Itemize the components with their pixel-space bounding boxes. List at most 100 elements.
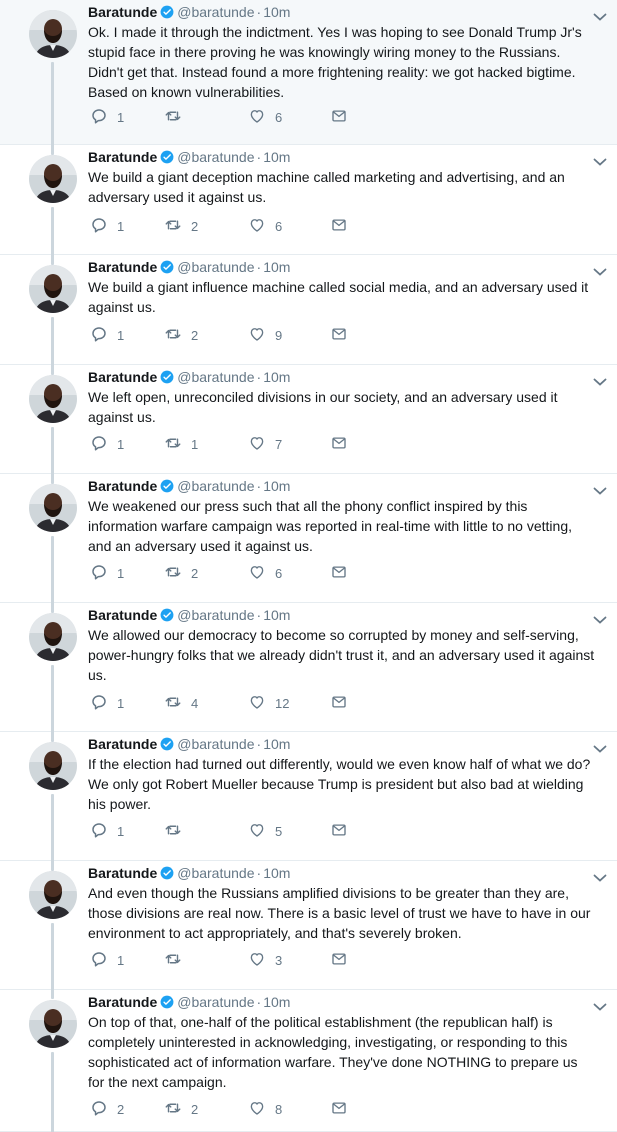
tweet-timestamp[interactable]: 10m	[263, 369, 290, 385]
avatar[interactable]	[29, 1000, 77, 1048]
tweet[interactable]: Baratunde @baratunde · 10m On top of that, o…	[0, 989, 617, 1132]
like-button[interactable]: 12	[248, 693, 289, 713]
chevron-down-icon[interactable]	[593, 12, 607, 22]
direct-message-button[interactable]	[330, 563, 348, 583]
retweet-button[interactable]	[164, 950, 191, 970]
tweet-timestamp[interactable]: 10m	[263, 994, 290, 1010]
tweet-timestamp[interactable]: 10m	[263, 865, 290, 881]
direct-message-button[interactable]	[330, 1099, 348, 1119]
chevron-down-icon[interactable]	[593, 377, 607, 387]
tweet-header: Baratunde @baratunde · 10m	[88, 148, 597, 166]
author-handle[interactable]: @baratunde	[177, 607, 254, 623]
chevron-down-icon[interactable]	[593, 157, 607, 167]
chevron-down-icon[interactable]	[593, 267, 607, 277]
tweet-timestamp[interactable]: 10m	[263, 736, 290, 752]
tweet[interactable]: Baratunde @baratunde · 10m We build a giant …	[0, 254, 617, 366]
avatar[interactable]	[29, 155, 77, 203]
reply-button[interactable]: 1	[90, 216, 124, 236]
reply-count: 1	[117, 436, 125, 452]
direct-message-button[interactable]	[330, 950, 348, 970]
tweet-timestamp[interactable]: 10m	[263, 478, 290, 494]
like-button[interactable]: 5	[248, 821, 282, 841]
direct-message-button[interactable]	[330, 216, 348, 236]
avatar[interactable]	[29, 613, 77, 661]
author-handle[interactable]: @baratunde	[177, 994, 254, 1010]
retweet-button[interactable]: 2	[164, 216, 198, 236]
avatar[interactable]	[29, 742, 77, 790]
tweet-actions: 1 2 6	[88, 563, 368, 583]
tweet[interactable]: Baratunde @baratunde · 10m And even though t…	[0, 860, 617, 991]
author-handle[interactable]: @baratunde	[177, 369, 254, 385]
tweet[interactable]: Baratunde @baratunde · 10m Ok. I made it thr…	[0, 0, 617, 146]
tweet[interactable]: Baratunde @baratunde · 10m We allowed our de…	[0, 602, 617, 733]
direct-message-button[interactable]	[330, 693, 348, 713]
like-button[interactable]: 3	[248, 950, 282, 970]
retweet-button[interactable]: 2	[164, 325, 198, 345]
thread-connector-line	[51, 860, 54, 871]
author-name[interactable]: Baratunde	[88, 4, 157, 20]
reply-button[interactable]: 1	[90, 693, 124, 713]
author-name[interactable]: Baratunde	[88, 478, 157, 494]
reply-button[interactable]: 1	[90, 950, 124, 970]
tweet-timestamp[interactable]: 10m	[263, 259, 290, 275]
avatar[interactable]	[29, 375, 77, 423]
retweet-button[interactable]	[164, 107, 191, 127]
author-handle[interactable]: @baratunde	[177, 865, 254, 881]
verified-badge-icon	[160, 5, 174, 19]
avatar[interactable]	[29, 10, 77, 58]
chevron-down-icon[interactable]	[593, 873, 607, 883]
author-handle[interactable]: @baratunde	[177, 4, 254, 20]
retweet-button[interactable]: 2	[164, 1099, 198, 1119]
tweet-text: If the election had turned out different…	[88, 756, 591, 812]
tweet-header: Baratunde @baratunde · 10m	[88, 258, 597, 276]
avatar[interactable]	[29, 871, 77, 919]
author-name[interactable]: Baratunde	[88, 607, 157, 623]
author-handle[interactable]: @baratunde	[177, 149, 254, 165]
chevron-down-icon[interactable]	[593, 486, 607, 496]
reply-button[interactable]: 1	[90, 107, 124, 127]
chevron-down-icon[interactable]	[593, 744, 607, 754]
avatar[interactable]	[29, 484, 77, 532]
author-name[interactable]: Baratunde	[88, 369, 157, 385]
author-handle[interactable]: @baratunde	[177, 259, 254, 275]
tweet-timestamp[interactable]: 10m	[263, 4, 290, 20]
thread-connector-line	[51, 536, 54, 604]
author-handle[interactable]: @baratunde	[177, 736, 254, 752]
reply-button[interactable]: 1	[90, 821, 124, 841]
author-name[interactable]: Baratunde	[88, 994, 157, 1010]
tweet[interactable]: Baratunde @baratunde · 10m If the election h…	[0, 731, 617, 862]
retweet-button[interactable]: 4	[164, 693, 198, 713]
tweet[interactable]: Baratunde @baratunde · 10m We weakened our p…	[0, 473, 617, 604]
direct-message-button[interactable]	[330, 821, 348, 841]
tweet-timestamp[interactable]: 10m	[263, 607, 290, 623]
tweet-timestamp[interactable]: 10m	[263, 149, 290, 165]
reply-button[interactable]: 1	[90, 434, 124, 454]
retweet-button[interactable]: 2	[164, 563, 198, 583]
author-name[interactable]: Baratunde	[88, 865, 157, 881]
reply-button[interactable]: 1	[90, 325, 124, 345]
direct-message-button[interactable]	[330, 434, 348, 454]
chevron-down-icon[interactable]	[593, 615, 607, 625]
direct-message-button[interactable]	[330, 107, 348, 127]
reply-button[interactable]: 1	[90, 563, 124, 583]
author-handle[interactable]: @baratunde	[177, 478, 254, 494]
tweet-actions: 1 2 6	[88, 216, 368, 236]
tweet[interactable]: Baratunde @baratunde · 10m We left open, unr…	[0, 364, 617, 475]
like-button[interactable]: 6	[248, 107, 282, 127]
chevron-down-icon[interactable]	[593, 1002, 607, 1012]
tweet[interactable]: Baratunde @baratunde · 10m We build a giant …	[0, 144, 617, 256]
author-name[interactable]: Baratunde	[88, 736, 157, 752]
avatar[interactable]	[29, 265, 77, 313]
like-button[interactable]: 9	[248, 325, 282, 345]
retweet-button[interactable]: 1	[164, 434, 198, 454]
like-button[interactable]: 6	[248, 216, 282, 236]
like-button[interactable]: 7	[248, 434, 282, 454]
author-name[interactable]: Baratunde	[88, 149, 157, 165]
separator: ·	[256, 865, 262, 881]
reply-button[interactable]: 2	[90, 1099, 124, 1119]
author-name[interactable]: Baratunde	[88, 259, 157, 275]
direct-message-button[interactable]	[330, 325, 348, 345]
like-button[interactable]: 8	[248, 1099, 282, 1119]
retweet-button[interactable]	[164, 821, 191, 841]
like-button[interactable]: 6	[248, 563, 282, 583]
